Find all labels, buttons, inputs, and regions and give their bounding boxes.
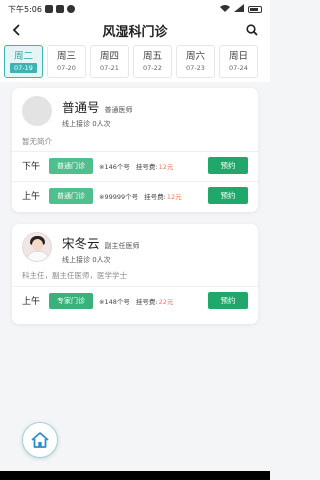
slot-count: ※148个号 <box>99 297 130 306</box>
app-notification-icon-2 <box>66 5 75 13</box>
doctor-name: 宋冬云 <box>62 236 100 251</box>
chevron-left-icon <box>12 24 20 36</box>
book-button[interactable]: 预约 <box>208 157 248 174</box>
fee-value: 22元 <box>158 297 174 306</box>
day-tab-3[interactable]: 周五 07-22 <box>133 45 172 78</box>
day-tab-0[interactable]: 周二 07-19 <box>4 45 43 78</box>
day-tab-5[interactable]: 周日 07-24 <box>219 45 258 78</box>
system-nav-bar <box>0 471 270 480</box>
day-name: 周二 <box>13 51 33 62</box>
doctor-card[interactable]: 普通号 普通医师 线上接诊 0人次 暂无简介 下午 普通门诊 ※146个号 挂号… <box>12 88 258 212</box>
avatar <box>22 96 52 126</box>
doctor-intro: 暂无简介 <box>22 137 52 146</box>
book-button[interactable]: 预约 <box>208 187 248 204</box>
fee-value: 12元 <box>158 162 174 171</box>
home-button[interactable] <box>22 422 58 458</box>
doctor-title: 普通医师 <box>104 106 133 114</box>
consult-count: 线上接诊 0人次 <box>62 256 111 264</box>
page-title: 风湿科门诊 <box>102 24 168 40</box>
doctor-intro: 科主任，副主任医师，医学学士 <box>22 271 127 280</box>
day-date: 07-24 <box>229 64 248 72</box>
day-date: 07-19 <box>10 63 37 73</box>
doctor-header: 宋冬云 副主任医师 线上接诊 0人次 <box>22 232 140 265</box>
day-name: 周四 <box>99 51 119 62</box>
clinic-type-tag: 普通门诊 <box>49 187 93 204</box>
day-name: 周三 <box>56 51 76 62</box>
notification-icon <box>44 5 53 13</box>
schedule-slot: 下午 普通门诊 ※146个号 挂号费: 12元 预约 <box>12 151 258 179</box>
app-notification-icon <box>55 5 64 13</box>
top-bar: 风湿科门诊 <box>0 18 270 42</box>
day-date: 07-20 <box>57 64 76 72</box>
day-name: 周日 <box>228 51 248 62</box>
schedule-slot: 上午 普通门诊 ※99999个号 挂号费: 12元 预约 <box>12 181 258 209</box>
day-name: 周六 <box>185 51 205 62</box>
wifi-icon <box>220 4 230 14</box>
avatar <box>22 232 52 262</box>
date-selector: 周二 07-19 周三 07-20 周四 07-21 周五 07-22 周六 0… <box>0 42 270 82</box>
day-tab-1[interactable]: 周三 07-20 <box>47 45 86 78</box>
day-name: 周五 <box>142 51 162 62</box>
slot-period: 上午 <box>22 192 41 202</box>
status-bar: 下午5:06 <box>0 0 270 18</box>
signal-icon <box>234 4 244 14</box>
home-icon <box>31 432 49 448</box>
schedule-slot: 上午 专家门诊 ※148个号 挂号费: 22元 预约 <box>12 286 258 314</box>
fee-label: 挂号费: <box>135 162 158 171</box>
doctor-card[interactable]: 宋冬云 副主任医师 线上接诊 0人次 科主任，副主任医师，医学学士 上午 专家门… <box>12 224 258 324</box>
search-button[interactable] <box>244 21 260 39</box>
day-date: 07-23 <box>186 64 205 72</box>
fee-label: 挂号费: <box>144 192 166 201</box>
book-button[interactable]: 预约 <box>208 292 248 309</box>
back-button[interactable] <box>8 20 24 40</box>
slot-period: 下午 <box>22 162 41 172</box>
doctor-title: 副主任医师 <box>104 242 140 250</box>
doctor-header: 普通号 普通医师 线上接诊 0人次 <box>22 96 133 129</box>
clinic-type-tag: 专家门诊 <box>49 292 93 309</box>
search-icon <box>246 24 258 36</box>
consult-count: 线上接诊 0人次 <box>62 120 111 128</box>
status-time: 下午5:06 <box>8 4 42 14</box>
battery-icon <box>248 5 262 13</box>
slot-count: ※99999个号 <box>99 192 139 201</box>
doctor-name: 普通号 <box>62 100 100 115</box>
day-date: 07-21 <box>100 64 119 72</box>
slot-period: 上午 <box>22 297 41 307</box>
day-date: 07-22 <box>143 64 162 72</box>
day-tab-2[interactable]: 周四 07-21 <box>90 45 129 78</box>
fee-value: 12元 <box>166 192 182 201</box>
fee-label: 挂号费: <box>135 297 158 306</box>
clinic-type-tag: 普通门诊 <box>49 157 93 174</box>
day-tab-4[interactable]: 周六 07-23 <box>176 45 215 78</box>
slot-count: ※146个号 <box>99 162 130 171</box>
